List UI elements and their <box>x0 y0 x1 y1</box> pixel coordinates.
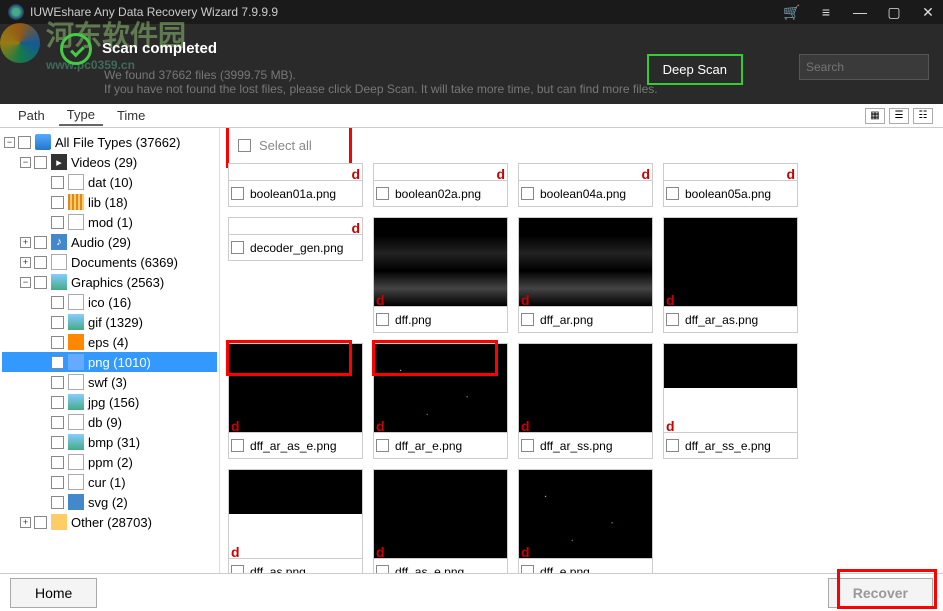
deep-scan-button[interactable]: Deep Scan <box>647 54 743 85</box>
tree-jpg[interactable]: jpg (156) <box>2 392 217 412</box>
file-item[interactable]: ddff_ar_ss_e.png <box>663 343 798 459</box>
file-item[interactable]: ddecoder_gen.png <box>228 217 363 333</box>
tree-graphics[interactable]: −Graphics (2563) <box>2 272 217 292</box>
view-grid-icon[interactable]: ▦ <box>865 108 885 124</box>
file-item[interactable]: ddff_as_e.png <box>373 469 508 573</box>
status-text: Scan completed <box>102 40 217 57</box>
status-complete-icon <box>60 33 92 65</box>
tree-dat[interactable]: dat (10) <box>2 172 217 192</box>
view-list-icon[interactable]: ☰ <box>889 108 909 124</box>
tree-ppm[interactable]: ppm (2) <box>2 452 217 472</box>
cart-icon[interactable]: 🛒 <box>785 5 799 19</box>
file-item[interactable]: dboolean02a.png <box>373 163 508 207</box>
file-item[interactable]: dboolean01a.png <box>228 163 363 207</box>
tree-root[interactable]: −All File Types (37662) <box>2 132 217 152</box>
file-item[interactable]: ddff_ar_ss.png <box>518 343 653 459</box>
tree-gif[interactable]: gif (1329) <box>2 312 217 332</box>
file-item[interactable]: ddff_ar_as.png <box>663 217 798 333</box>
tree-documents[interactable]: +Documents (6369) <box>2 252 217 272</box>
tab-time[interactable]: Time <box>109 106 153 125</box>
tree-png[interactable]: png (1010) <box>2 352 217 372</box>
file-item[interactable]: dboolean04a.png <box>518 163 653 207</box>
tree-cur[interactable]: cur (1) <box>2 472 217 492</box>
tree-mod[interactable]: mod (1) <box>2 212 217 232</box>
file-tree: −All File Types (37662) −▸Videos (29) da… <box>0 128 220 573</box>
tree-swf[interactable]: swf (3) <box>2 372 217 392</box>
highlight-selectall <box>226 128 352 168</box>
tree-eps[interactable]: eps (4) <box>2 332 217 352</box>
tree-videos[interactable]: −▸Videos (29) <box>2 152 217 172</box>
menu-icon[interactable]: ≡ <box>819 5 833 19</box>
file-item[interactable]: ddff.png <box>373 217 508 333</box>
status-detail: We found 37662 files (3999.75 MB). <box>104 68 658 82</box>
highlight-recover <box>837 569 937 609</box>
tab-type[interactable]: Type <box>59 105 103 126</box>
view-detail-icon[interactable]: ☷ <box>913 108 933 124</box>
tree-ico[interactable]: ico (16) <box>2 292 217 312</box>
file-item[interactable]: ddff_as.png <box>228 469 363 573</box>
tree-other[interactable]: +Other (28703) <box>2 512 217 532</box>
tree-lib[interactable]: lib (18) <box>2 192 217 212</box>
highlight-dff <box>226 340 352 376</box>
maximize-button[interactable]: ▢ <box>887 5 901 19</box>
tree-db[interactable]: db (9) <box>2 412 217 432</box>
tree-svg[interactable]: svg (2) <box>2 492 217 512</box>
file-item[interactable]: ddff_ar.png <box>518 217 653 333</box>
minimize-button[interactable]: — <box>853 5 867 19</box>
tree-audio[interactable]: +♪Audio (29) <box>2 232 217 252</box>
file-item[interactable]: dboolean05a.png <box>663 163 798 207</box>
search-input[interactable]: 🔍 <box>799 54 929 80</box>
home-button[interactable]: Home <box>10 578 97 608</box>
highlight-dff-ar <box>372 340 498 376</box>
status-hint: If you have not found the lost files, pl… <box>104 82 658 96</box>
file-item[interactable]: ddff_e.png <box>518 469 653 573</box>
close-button[interactable]: ✕ <box>921 5 935 19</box>
tab-path[interactable]: Path <box>10 106 53 125</box>
tree-bmp[interactable]: bmp (31) <box>2 432 217 452</box>
